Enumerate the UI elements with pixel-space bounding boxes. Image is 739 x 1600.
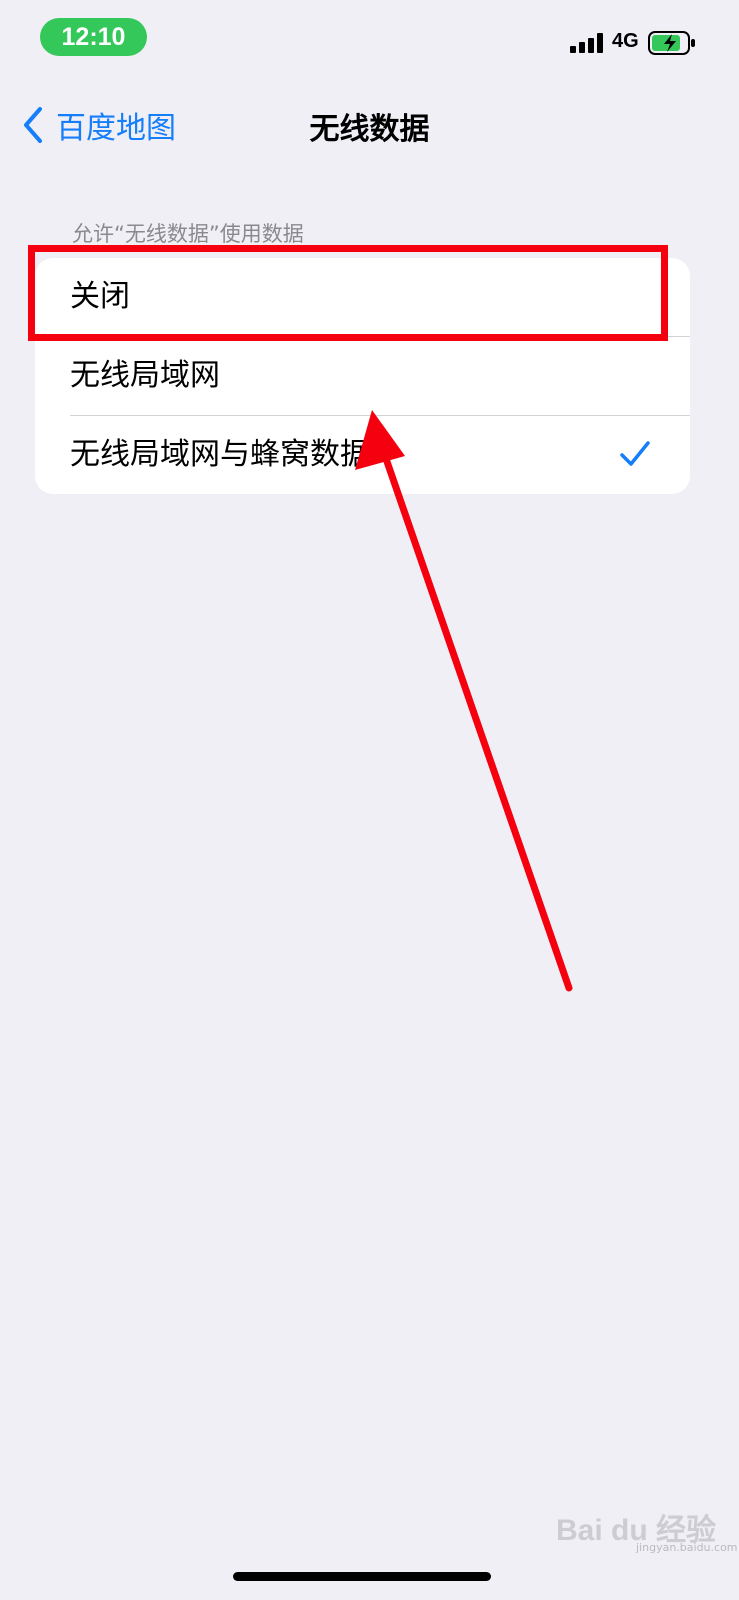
navigation-bar: 百度地图 无线数据 — [0, 90, 739, 160]
section-header: 允许“无线数据”使用数据 — [72, 222, 304, 246]
cellular-signal-icon — [570, 33, 604, 53]
status-time[interactable]: 12:10 — [40, 18, 147, 56]
option-label: 无线局域网与蜂窝数据 — [70, 437, 370, 472]
option-wlan[interactable]: 无线局域网 — [35, 337, 690, 415]
home-indicator[interactable] — [233, 1572, 491, 1581]
watermark-url: jingyan.baidu.com — [636, 1541, 738, 1554]
network-type-label: 4G — [612, 30, 639, 52]
highlight-box-annotation — [28, 245, 668, 341]
option-wlan-cellular[interactable]: 无线局域网与蜂窝数据 — [35, 416, 690, 494]
battery-charging-icon — [648, 31, 695, 55]
page-title: 无线数据 — [309, 112, 430, 147]
status-bar: 12:10 4G — [0, 0, 739, 80]
watermark: Bai du 经验 jingyan.baidu.com — [556, 1505, 738, 1555]
option-label: 无线局域网 — [70, 358, 220, 393]
checkmark-icon — [620, 441, 650, 466]
